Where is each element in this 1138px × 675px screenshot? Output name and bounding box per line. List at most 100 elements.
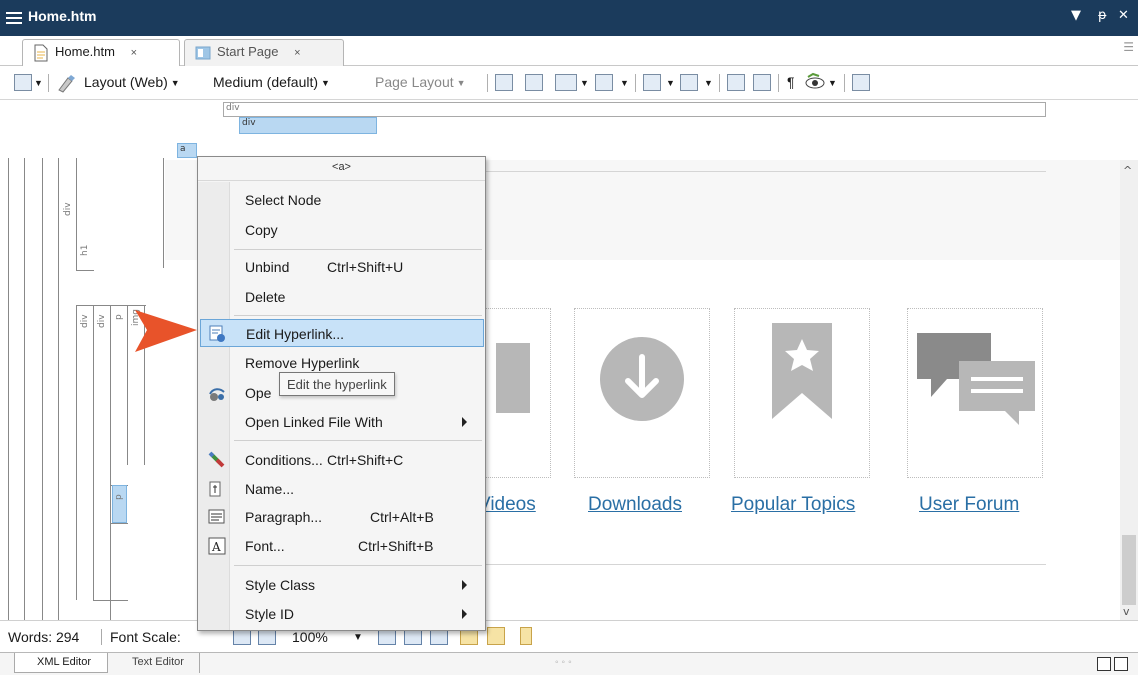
menu-item-font[interactable]: A Font... Ctrl+Shift+B <box>200 532 484 560</box>
tab-label: Text Editor <box>132 656 184 668</box>
splitter-grip[interactable]: ◦◦◦ <box>555 657 575 668</box>
submenu-arrow-icon <box>462 417 467 427</box>
chevron-down-icon[interactable]: ▼ <box>620 78 629 88</box>
scroll-down-icon[interactable]: v <box>1123 605 1130 618</box>
insert-index-icon[interactable] <box>727 74 745 91</box>
structure-node-p[interactable]: p <box>114 314 124 320</box>
close-tab-icon[interactable]: × <box>294 47 300 59</box>
tree-guide <box>76 305 77 600</box>
toolbar-separator <box>48 74 49 92</box>
page-layout-label: Page Layout <box>375 74 454 90</box>
structure-node-div[interactable]: div <box>97 314 107 328</box>
vertical-scrollbar[interactable]: ^ v <box>1120 160 1138 620</box>
insert-snippet-icon[interactable] <box>643 74 661 91</box>
tab-text-editor[interactable]: Text Editor <box>110 653 200 673</box>
scroll-up-icon[interactable]: ^ <box>1123 164 1132 177</box>
menu-item-copy[interactable]: Copy <box>200 216 484 244</box>
status-separator <box>101 629 102 645</box>
menu-item-name[interactable]: Name... <box>200 475 484 503</box>
tile-link-downloads[interactable]: Downloads <box>588 494 682 516</box>
insert-text-icon[interactable] <box>680 74 698 91</box>
pin-icon[interactable]: ᵽ <box>1098 8 1107 23</box>
page-layout-dropdown[interactable]: Page Layout ▼ <box>375 74 466 90</box>
structure-node-p[interactable]: p <box>114 494 124 500</box>
menu-item-style-class[interactable]: Style Class <box>200 571 484 599</box>
menu-item-select-node[interactable]: Select Node <box>200 186 484 214</box>
structure-bar-anchor[interactable]: a <box>177 143 197 158</box>
insert-image-icon[interactable] <box>495 74 513 91</box>
expand-view-icon[interactable] <box>1114 657 1128 671</box>
menu-separator <box>234 315 482 316</box>
tile-user-forum[interactable] <box>907 308 1043 478</box>
insert-table-icon[interactable] <box>555 74 577 91</box>
layout-dropdown[interactable]: Layout (Web) ▼ <box>84 74 180 90</box>
structure-bar-div[interactable]: div <box>223 102 1046 117</box>
structure-node-h1[interactable]: h1 <box>80 245 90 256</box>
tile-link-videos[interactable]: Videos <box>478 494 536 516</box>
layout-brush-icon[interactable] <box>56 73 78 93</box>
menu-item-paragraph[interactable]: Paragraph... Ctrl+Alt+B <box>200 503 484 531</box>
insert-variable-icon[interactable] <box>595 74 613 91</box>
tree-guide <box>76 158 77 270</box>
chevron-down-icon[interactable]: ▼ <box>666 78 675 88</box>
tab-label: Home.htm <box>55 44 115 59</box>
menu-icon[interactable] <box>6 12 22 24</box>
submenu-arrow-icon <box>462 609 467 619</box>
window-title: Home.htm <box>28 8 97 24</box>
menu-item-conditions[interactable]: Conditions... Ctrl+Shift+C <box>200 446 484 474</box>
scrollbar-thumb[interactable] <box>1122 535 1136 605</box>
structure-node-p-selected[interactable] <box>112 485 127 523</box>
toolbar-separator <box>635 74 636 92</box>
tab-list-icon[interactable]: ☰ <box>1123 40 1134 54</box>
tile-link-popular-topics[interactable]: Popular Topics <box>731 494 855 516</box>
editor-toolbar: ▼ Layout (Web) ▼ Medium (default) ▼ Page L… <box>0 66 1138 100</box>
tab-xml-editor[interactable]: XML Editor <box>14 653 108 673</box>
tile-downloads[interactable] <box>574 308 710 478</box>
tab-start-page[interactable]: Start Page × <box>184 39 344 66</box>
structure-bar-div-selected[interactable]: div <box>239 117 377 134</box>
show-structure-bars-icon[interactable] <box>852 74 870 91</box>
tile-popular-topics[interactable] <box>734 308 870 478</box>
tile-link-user-forum[interactable]: User Forum <box>919 494 1019 516</box>
tree-guide <box>42 158 43 638</box>
menu-item-shortcut: Ctrl+Shift+U <box>327 259 404 275</box>
menu-item-unbind[interactable]: Unbind Ctrl+Shift+U <box>200 253 484 281</box>
vertical-ruler-icon[interactable] <box>520 627 532 645</box>
chevron-down-icon[interactable]: ▼ <box>580 78 589 88</box>
show-markers-pilcrow-icon[interactable]: ¶ <box>787 74 795 90</box>
menu-item-label: Font... <box>245 538 285 554</box>
close-tab-icon[interactable]: × <box>131 47 137 59</box>
horizontal-ruler-icon[interactable] <box>487 627 505 645</box>
chevron-down-icon[interactable]: ▼ <box>353 632 363 643</box>
window-menu-chevron-icon[interactable]: ▼ <box>1071 8 1081 23</box>
menu-item-delete[interactable]: Delete <box>200 283 484 311</box>
structure-node-div[interactable]: div <box>80 314 90 328</box>
structure-node-div[interactable]: div <box>63 202 73 216</box>
menu-separator <box>234 565 482 566</box>
zoom-level[interactable]: 100% <box>292 629 328 645</box>
chevron-down-icon[interactable]: ▼ <box>704 78 713 88</box>
medium-dropdown[interactable]: Medium (default) ▼ <box>213 74 330 90</box>
tree-guide <box>76 270 94 271</box>
close-window-icon[interactable]: ✕ <box>1118 8 1129 23</box>
insert-concept-icon[interactable] <box>753 74 771 91</box>
tree-guide <box>110 485 111 623</box>
show-conditions-eye-icon[interactable] <box>804 72 826 92</box>
split-view-icon[interactable] <box>1097 657 1111 671</box>
preview-icon[interactable] <box>14 74 32 91</box>
chevron-down-icon[interactable]: ▼ <box>34 78 43 88</box>
tree-guide <box>127 305 128 465</box>
tree-guide <box>24 158 25 620</box>
menu-item-label: Select Node <box>245 192 322 208</box>
menu-item-style-id[interactable]: Style ID <box>200 600 484 628</box>
menu-item-edit-hyperlink[interactable]: Edit Hyperlink... <box>200 319 484 347</box>
context-menu-header: <a> <box>198 157 485 181</box>
menu-item-label: Copy <box>245 222 278 238</box>
conditions-icon <box>208 451 225 468</box>
chevron-down-icon[interactable]: ▼ <box>828 78 837 88</box>
menu-item-label: Edit Hyperlink... <box>246 326 345 342</box>
menu-item-open-linked-file-with[interactable]: Open Linked File With <box>200 408 484 436</box>
insert-link-icon[interactable] <box>525 74 543 91</box>
bookmark-star-icon <box>772 323 832 419</box>
tab-home-htm[interactable]: Home.htm × <box>22 39 180 66</box>
